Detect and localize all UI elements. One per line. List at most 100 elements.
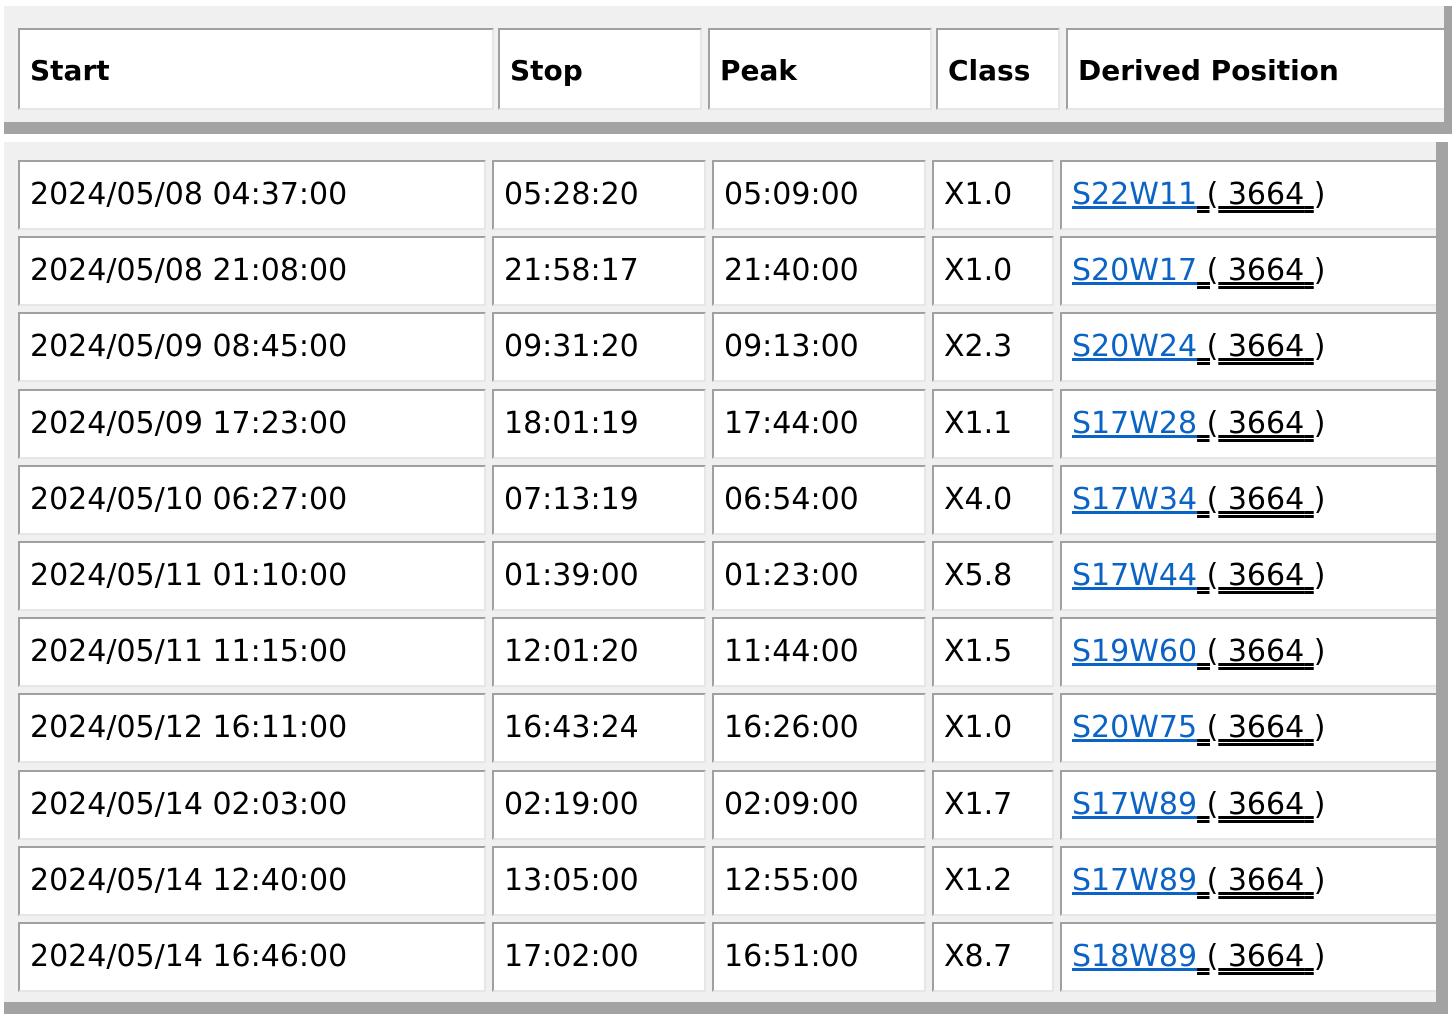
- region-number: 3664: [1218, 253, 1305, 289]
- start-cell: 2024/05/09 08:45:00: [18, 312, 486, 383]
- position-link[interactable]: S19W60: [1072, 634, 1197, 669]
- region-close-paren: ): [1313, 329, 1326, 365]
- class-cell: X8.7: [932, 922, 1054, 992]
- column-header-start: Start: [18, 28, 494, 110]
- class-cell: X1.1: [932, 388, 1054, 459]
- table-row: 2024/05/09 17:23:00 18:01:19 17:44:00 X1.1 S…: [4, 388, 1436, 465]
- class-cell: X1.0: [932, 236, 1054, 307]
- start-cell: 2024/05/08 04:37:00: [18, 160, 486, 230]
- flare-table: 2024/05/08 04:37:00 05:28:20 05:09:00 X1.0 S…: [4, 142, 1436, 1002]
- peak-cell: 12:55:00: [712, 845, 926, 916]
- table-row: 2024/05/11 11:15:00 12:01:20 11:44:00 X1.5 S…: [4, 617, 1436, 693]
- start-cell: 2024/05/14 12:40:00: [18, 845, 486, 916]
- region-number: 3664: [1218, 939, 1305, 974]
- stop-cell: 07:13:19: [492, 464, 706, 535]
- start-cell: 2024/05/14 02:03:00: [18, 769, 486, 840]
- table-row: 2024/05/11 01:10:00 01:39:00 01:23:00 X5.8 S…: [4, 541, 1436, 617]
- table-row: 2024/05/14 02:03:00 02:19:00 02:09:00 X1.7 S…: [4, 769, 1436, 846]
- peak-cell: 01:23:00: [712, 541, 926, 611]
- start-cell: 2024/05/08 21:08:00: [18, 236, 486, 307]
- region-link[interactable]: ( 3664: [1197, 253, 1314, 288]
- stop-cell: 21:58:17: [492, 236, 706, 307]
- class-cell: X2.3: [932, 312, 1054, 383]
- region-close-paren: ): [1313, 939, 1326, 974]
- class-cell: X1.5: [932, 617, 1054, 688]
- derived-position-cell: S20W24 ( 3664 ): [1060, 312, 1436, 383]
- class-cell: X4.0: [932, 464, 1054, 535]
- region-number: 3664: [1218, 329, 1305, 365]
- start-cell: 2024/05/10 06:27:00: [18, 464, 486, 535]
- position-link[interactable]: S17W28: [1072, 406, 1197, 441]
- derived-position-cell: S20W75 ( 3664 ): [1060, 693, 1436, 764]
- region-link[interactable]: ( 3664: [1197, 939, 1314, 974]
- region-close-paren: ): [1313, 786, 1326, 822]
- region-link[interactable]: ( 3664: [1197, 863, 1314, 898]
- derived-position-cell: S17W89 ( 3664 ): [1060, 769, 1436, 840]
- table-row: 2024/05/08 04:37:00 05:28:20 05:09:00 X1.0 S…: [4, 160, 1436, 236]
- position-link[interactable]: S17W34: [1072, 482, 1197, 517]
- column-header-stop: Stop: [498, 28, 702, 110]
- start-cell: 2024/05/14 16:46:00: [18, 922, 486, 992]
- region-number: 3664: [1218, 177, 1305, 212]
- column-header-peak: Peak: [708, 28, 932, 110]
- region-close-paren: ): [1313, 634, 1326, 670]
- peak-cell: 05:09:00: [712, 160, 926, 230]
- region-close-paren: ): [1313, 177, 1326, 212]
- table-row: 2024/05/14 16:46:00 17:02:00 16:51:00 X8.7 S…: [4, 922, 1436, 998]
- peak-cell: 16:51:00: [712, 922, 926, 992]
- column-header-derived-position: Derived Position: [1066, 28, 1444, 110]
- region-number: 3664: [1218, 481, 1305, 517]
- region-close-paren: ): [1313, 558, 1326, 593]
- position-link[interactable]: S22W11: [1072, 177, 1197, 212]
- region-link[interactable]: ( 3664: [1197, 558, 1314, 593]
- region-link[interactable]: ( 3664: [1197, 482, 1314, 517]
- stop-cell: 13:05:00: [492, 845, 706, 916]
- class-cell: X1.0: [932, 693, 1054, 764]
- table-row: 2024/05/10 06:27:00 07:13:19 06:54:00 X4.0 S…: [4, 464, 1436, 541]
- start-cell: 2024/05/11 11:15:00: [18, 617, 486, 688]
- peak-cell: 21:40:00: [712, 236, 926, 307]
- stop-cell: 09:31:20: [492, 312, 706, 383]
- class-cell: X1.0: [932, 160, 1054, 230]
- table-row: 2024/05/09 08:45:00 09:31:20 09:13:00 X2.3 S…: [4, 312, 1436, 388]
- region-link[interactable]: ( 3664: [1197, 710, 1314, 745]
- stop-cell: 05:28:20: [492, 160, 706, 230]
- position-link[interactable]: S17W89: [1072, 863, 1197, 898]
- peak-cell: 02:09:00: [712, 769, 926, 840]
- table-row: 2024/05/12 16:11:00 16:43:24 16:26:00 X1.0 S…: [4, 693, 1436, 769]
- region-number: 3664: [1218, 786, 1305, 822]
- region-close-paren: ): [1313, 253, 1326, 289]
- region-number: 3664: [1218, 558, 1305, 593]
- start-cell: 2024/05/09 17:23:00: [18, 388, 486, 459]
- derived-position-cell: S17W89 ( 3664 ): [1060, 845, 1436, 916]
- position-link[interactable]: S17W44: [1072, 558, 1197, 593]
- table-row: 2024/05/14 12:40:00 13:05:00 12:55:00 X1.2 S…: [4, 845, 1436, 922]
- region-close-paren: ): [1313, 710, 1326, 746]
- flare-table-frame: 2024/05/08 04:37:00 05:28:20 05:09:00 X1.0 S…: [4, 142, 1448, 1014]
- position-link[interactable]: S20W24: [1072, 329, 1197, 364]
- region-number: 3664: [1218, 634, 1305, 670]
- stop-cell: 01:39:00: [492, 541, 706, 611]
- derived-position-cell: S18W89 ( 3664 ): [1060, 922, 1436, 992]
- position-link[interactable]: S20W75: [1072, 710, 1197, 745]
- position-link[interactable]: S20W17: [1072, 253, 1197, 288]
- region-link[interactable]: ( 3664: [1197, 634, 1314, 669]
- region-link[interactable]: ( 3664: [1197, 406, 1314, 441]
- region-link[interactable]: ( 3664: [1197, 787, 1314, 822]
- peak-cell: 17:44:00: [712, 388, 926, 459]
- stop-cell: 18:01:19: [492, 388, 706, 459]
- peak-cell: 09:13:00: [712, 312, 926, 383]
- region-link[interactable]: ( 3664: [1197, 177, 1314, 212]
- stop-cell: 17:02:00: [492, 922, 706, 992]
- stop-cell: 02:19:00: [492, 769, 706, 840]
- derived-position-cell: S17W34 ( 3664 ): [1060, 464, 1436, 535]
- position-link[interactable]: S17W89: [1072, 787, 1197, 822]
- column-header-class: Class: [936, 28, 1060, 110]
- stop-cell: 16:43:24: [492, 693, 706, 764]
- position-link[interactable]: S18W89: [1072, 939, 1197, 974]
- region-link[interactable]: ( 3664: [1197, 329, 1314, 364]
- start-cell: 2024/05/12 16:11:00: [18, 693, 486, 764]
- derived-position-cell: S19W60 ( 3664 ): [1060, 617, 1436, 688]
- region-close-paren: ): [1313, 405, 1326, 441]
- derived-position-cell: S17W44 ( 3664 ): [1060, 541, 1436, 611]
